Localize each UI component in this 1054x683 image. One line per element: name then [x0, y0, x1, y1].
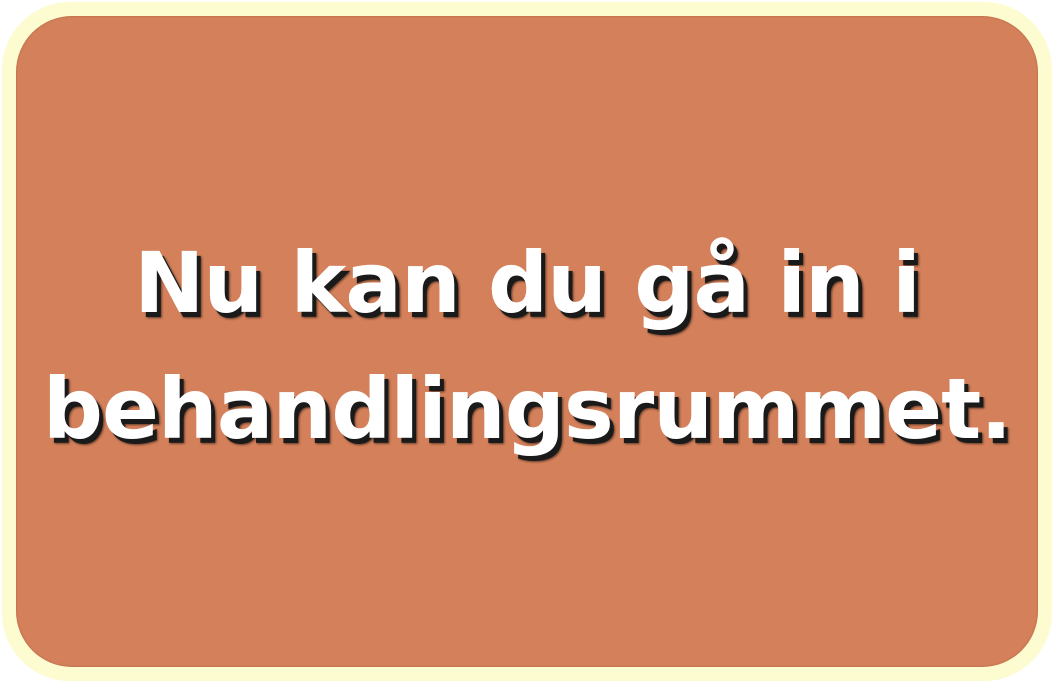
- message-card: Nu kan du gå in i behandlingsrummet.: [16, 16, 1038, 667]
- sign-frame: Nu kan du gå in i behandlingsrummet.: [2, 2, 1052, 681]
- message-text: Nu kan du gå in i behandlingsrummet.: [42, 212, 1012, 472]
- message-line-2: behandlingsrummet.: [42, 359, 1012, 458]
- message-line-1: Nu kan du gå in i: [134, 233, 921, 332]
